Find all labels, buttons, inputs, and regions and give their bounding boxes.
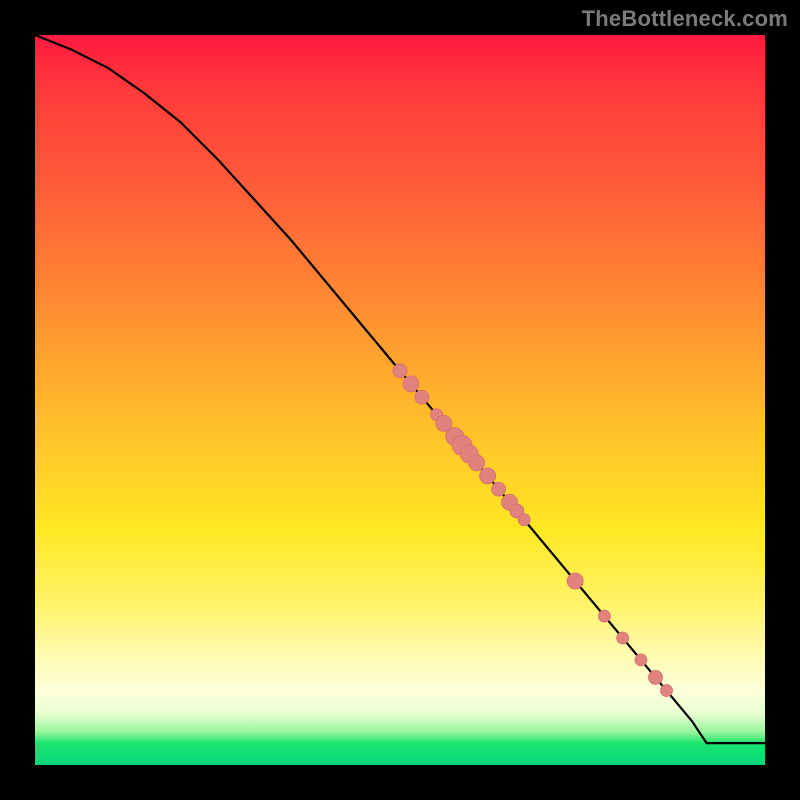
chart-point [598,610,610,622]
chart-point [567,573,583,589]
chart-point [635,654,647,666]
chart-point [403,376,419,392]
chart-point [492,482,506,496]
watermark-text: TheBottleneck.com [582,6,788,32]
chart-curve [35,35,765,743]
chart-point [617,632,629,644]
chart-point [415,390,429,404]
chart-point [393,364,407,378]
chart-point [649,670,663,684]
chart-point [518,514,530,526]
chart-svg [35,35,765,765]
chart-point [480,468,496,484]
chart-point [661,685,673,697]
chart-point [469,455,485,471]
chart-frame: TheBottleneck.com [0,0,800,800]
